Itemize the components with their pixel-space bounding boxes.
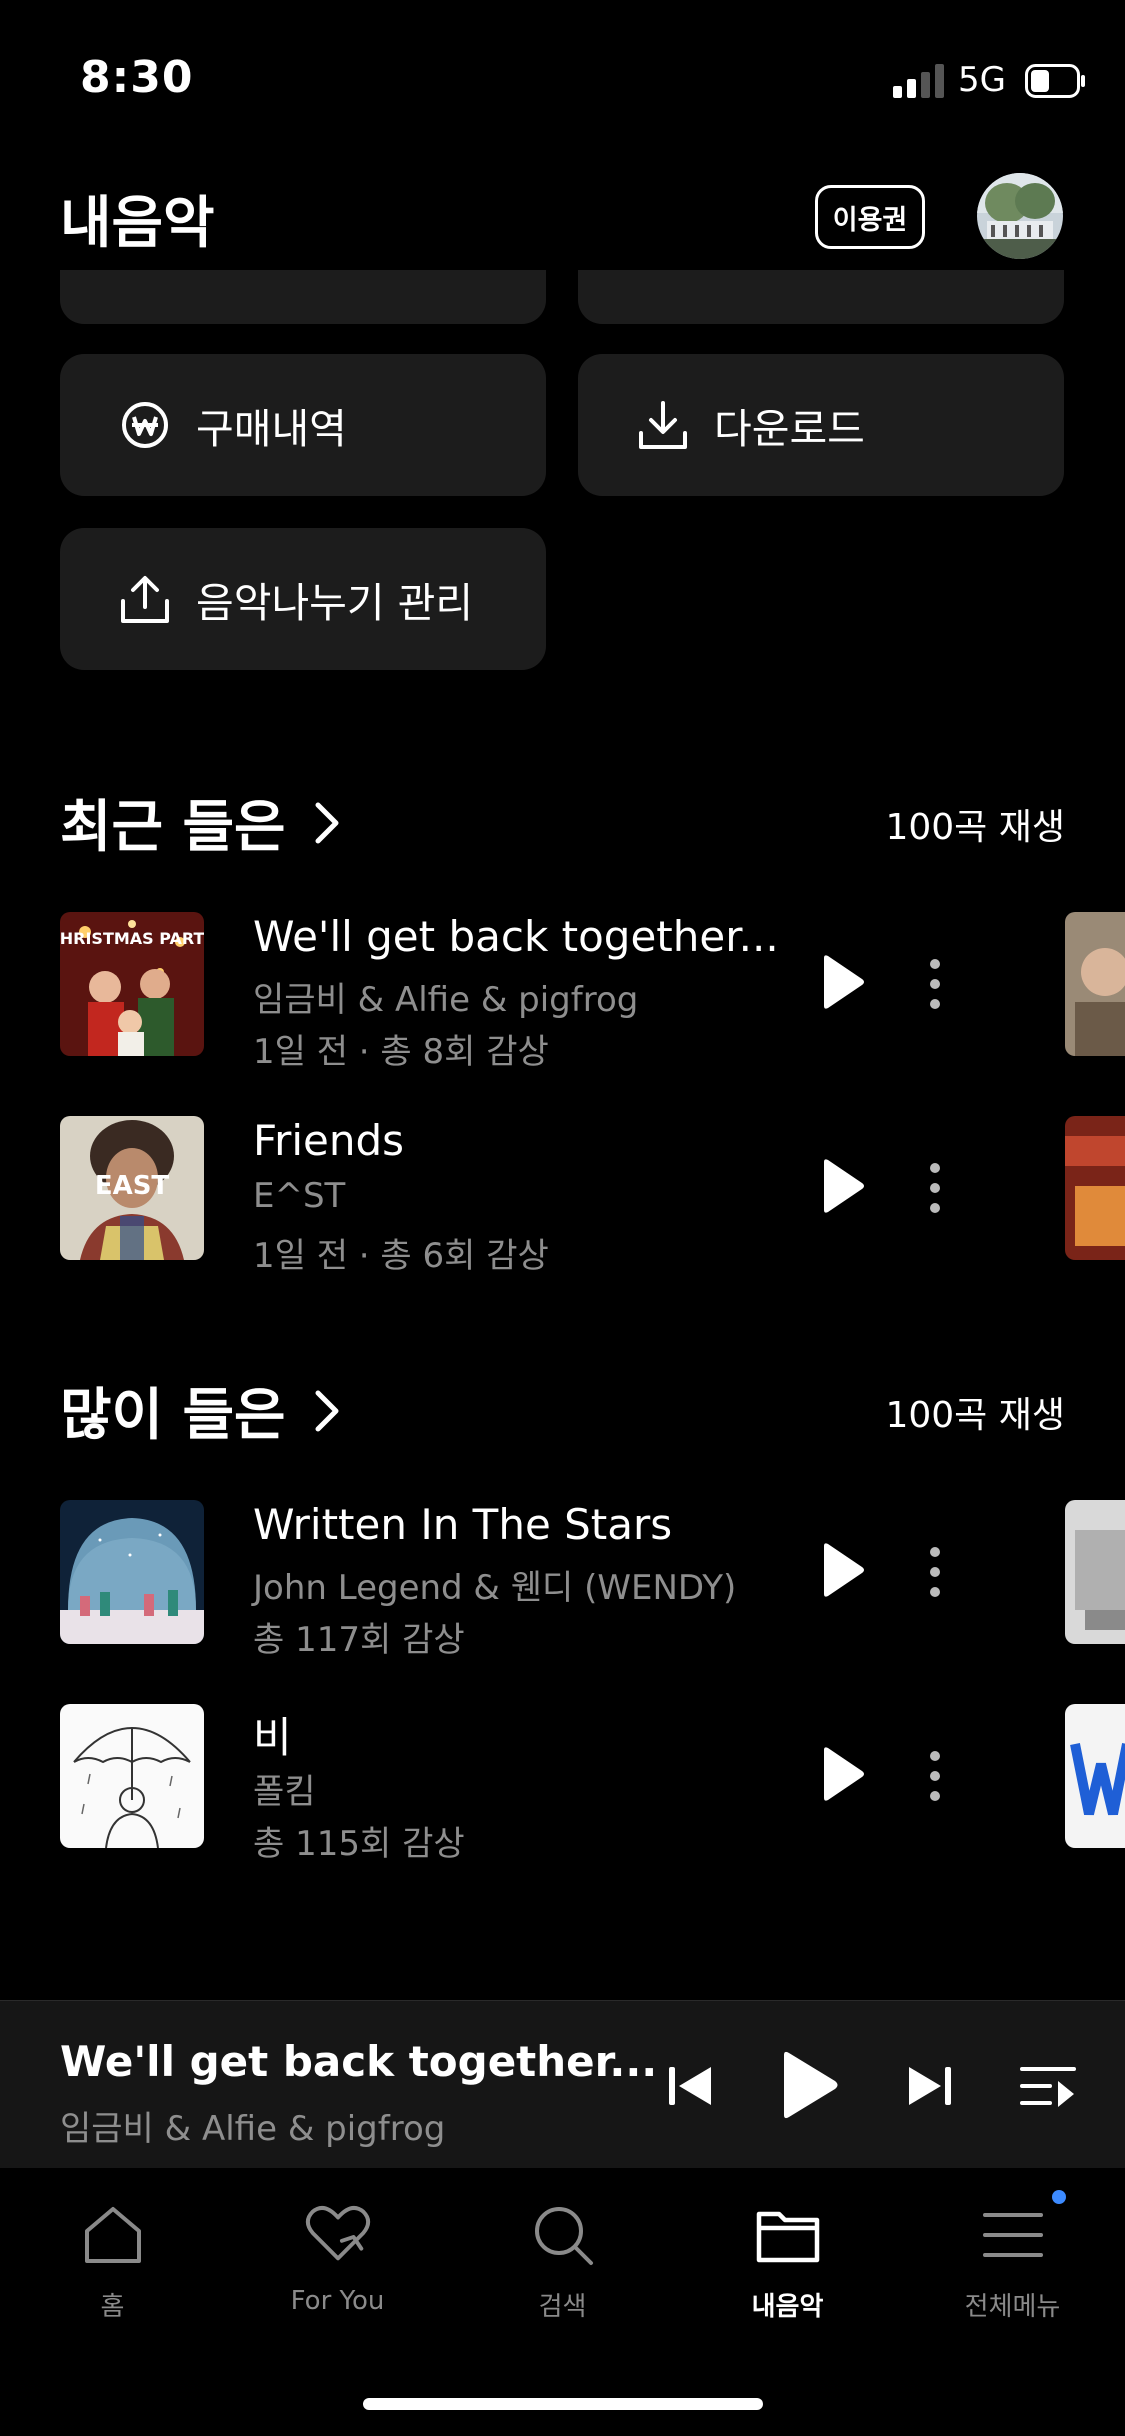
tab-label: 검색 bbox=[538, 2292, 587, 2322]
album-art-text: EAST bbox=[95, 1171, 170, 1201]
most-played-section-title: 많이 들은 bbox=[60, 1383, 286, 1448]
music-share-label: 음악나누기 관리 bbox=[196, 579, 474, 627]
tab-label: 내음악 bbox=[751, 2292, 824, 2322]
tile-partial-right[interactable] bbox=[578, 270, 1064, 324]
play-icon[interactable] bbox=[818, 1744, 866, 1804]
album-art-east: EAST bbox=[60, 1116, 204, 1260]
song-play-stats: 1일 전 · 총 6회 감상 bbox=[253, 1236, 549, 1276]
more-options-icon[interactable] bbox=[920, 954, 950, 1014]
song-play-stats: 1일 전 · 총 8회 감상 bbox=[253, 1032, 549, 1072]
album-art-text: CHRISTMAS PARTY bbox=[60, 929, 204, 948]
song-title: We'll get back together... bbox=[253, 912, 779, 961]
tab-label: For You bbox=[290, 2286, 385, 2316]
tab-all-menu[interactable]: 전체메뉴 bbox=[900, 2200, 1125, 2340]
recent-play-all-button[interactable]: 100곡 재생 bbox=[885, 798, 1065, 850]
mini-player-title: We'll get back together... bbox=[60, 2037, 658, 2086]
next-page-album-peek bbox=[1065, 1500, 1125, 1644]
search-icon bbox=[528, 2200, 598, 2270]
album-art-written-in-the-stars bbox=[60, 1500, 204, 1644]
more-options-icon[interactable] bbox=[920, 1158, 950, 1218]
song-artist: 폴킴 bbox=[253, 1772, 316, 1812]
chevron-right-icon bbox=[314, 801, 340, 845]
song-title: 비 bbox=[253, 1713, 292, 1762]
tab-label: 홈 bbox=[100, 2292, 125, 2322]
mini-player[interactable]: We'll get back together... 임금비 & Alfie &… bbox=[0, 2000, 1125, 2168]
song-play-stats: 총 117회 감상 bbox=[253, 1620, 465, 1660]
previous-track-icon[interactable] bbox=[665, 2061, 715, 2111]
album-art-rain bbox=[60, 1704, 204, 1848]
subscription-pass-button[interactable]: 이용권 bbox=[815, 185, 925, 249]
battery-icon bbox=[1025, 64, 1085, 98]
chevron-right-icon bbox=[314, 1389, 340, 1433]
recent-section-title: 최근 들은 bbox=[60, 795, 286, 860]
song-play-stats: 총 115회 감상 bbox=[253, 1824, 465, 1864]
share-upload-icon bbox=[116, 570, 174, 628]
next-page-album-peek bbox=[1065, 1116, 1125, 1260]
song-artist: John Legend & 웬디 (WENDY) bbox=[253, 1568, 737, 1608]
playlist-queue-icon[interactable] bbox=[1020, 2063, 1076, 2109]
recent-section-header[interactable]: 최근 들은 bbox=[60, 782, 340, 863]
purchase-history-label: 구매내역 bbox=[196, 405, 347, 453]
profile-avatar[interactable] bbox=[977, 173, 1063, 259]
download-label: 다운로드 bbox=[714, 405, 865, 453]
most-played-section-header[interactable]: 많이 들은 bbox=[60, 1370, 340, 1451]
notification-dot bbox=[1052, 2190, 1066, 2204]
most-played-play-all-button[interactable]: 100곡 재생 bbox=[885, 1386, 1065, 1438]
page-title: 내음악 bbox=[60, 191, 215, 256]
purchase-history-tile[interactable]: 구매내역 bbox=[60, 354, 546, 496]
status-bar: 8:30 5G bbox=[0, 0, 1125, 160]
signal-icon bbox=[893, 64, 944, 98]
home-indicator[interactable] bbox=[363, 2398, 763, 2410]
song-title: Friends bbox=[253, 1116, 405, 1165]
more-options-icon[interactable] bbox=[920, 1746, 950, 1806]
bottom-tab-bar: 홈 For You 검색 내음악 전체메뉴 bbox=[0, 2170, 1125, 2436]
mini-player-artist: 임금비 & Alfie & pigfrog bbox=[60, 2109, 446, 2149]
status-time: 8:30 bbox=[80, 52, 194, 103]
song-title: Written In The Stars bbox=[253, 1500, 673, 1549]
play-icon[interactable] bbox=[818, 1540, 866, 1600]
menu-icon bbox=[978, 2200, 1048, 2270]
tab-label: 전체메뉴 bbox=[964, 2292, 1061, 2322]
home-icon bbox=[78, 2200, 148, 2270]
tab-my-music[interactable]: 내음악 bbox=[675, 2200, 900, 2340]
download-tile[interactable]: 다운로드 bbox=[578, 354, 1064, 496]
next-page-album-peek bbox=[1065, 1704, 1125, 1848]
won-coin-icon bbox=[116, 396, 174, 454]
tab-home[interactable]: 홈 bbox=[0, 2200, 225, 2340]
song-artist: E^ST bbox=[253, 1176, 346, 1216]
tab-for-you[interactable]: For You bbox=[225, 2200, 450, 2340]
list-item[interactable]: EAST Friends E^ST 1일 전 · 총 6회 감상 bbox=[0, 1116, 1125, 1276]
download-icon bbox=[634, 396, 692, 454]
play-icon[interactable] bbox=[818, 952, 866, 1012]
play-icon[interactable] bbox=[778, 2049, 840, 2121]
folder-icon bbox=[753, 2200, 823, 2270]
heart-icon bbox=[303, 2200, 373, 2270]
tab-search[interactable]: 검색 bbox=[450, 2200, 675, 2340]
list-item[interactable]: CHRISTMAS PARTY We'll get back together.… bbox=[0, 912, 1125, 1072]
tile-partial-left[interactable] bbox=[60, 270, 546, 324]
album-art-christmas-party: CHRISTMAS PARTY bbox=[60, 912, 204, 1056]
list-item[interactable]: Written In The Stars John Legend & 웬디 (W… bbox=[0, 1500, 1125, 1660]
next-page-album-peek bbox=[1065, 912, 1125, 1056]
more-options-icon[interactable] bbox=[920, 1542, 950, 1602]
song-artist: 임금비 & Alfie & pigfrog bbox=[253, 980, 639, 1020]
network-type: 5G bbox=[958, 60, 1006, 100]
list-item[interactable]: 비 폴킴 총 115회 감상 bbox=[0, 1704, 1125, 1864]
next-track-icon[interactable] bbox=[905, 2061, 955, 2111]
music-share-tile[interactable]: 음악나누기 관리 bbox=[60, 528, 546, 670]
play-icon[interactable] bbox=[818, 1156, 866, 1216]
